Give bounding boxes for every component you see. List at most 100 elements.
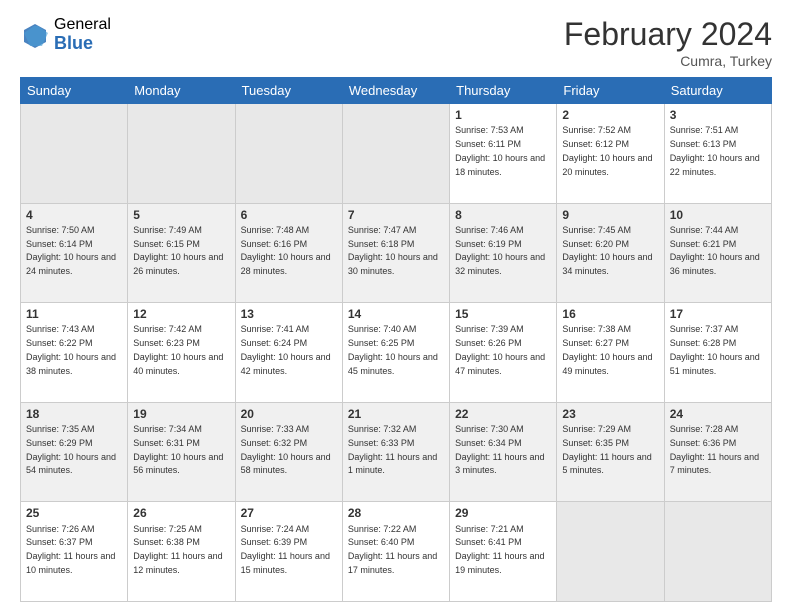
day-info: Sunrise: 7:33 AM Sunset: 6:32 PM Dayligh… [241,424,331,475]
table-cell: 5 Sunrise: 7:49 AM Sunset: 6:15 PM Daylig… [128,203,235,303]
table-cell: 29 Sunrise: 7:21 AM Sunset: 6:41 PM Dayli… [450,502,557,602]
day-info: Sunrise: 7:35 AM Sunset: 6:29 PM Dayligh… [26,424,116,475]
day-number: 25 [26,505,122,521]
day-number: 21 [348,406,444,422]
day-number: 17 [670,306,766,322]
day-number: 6 [241,207,337,223]
day-number: 8 [455,207,551,223]
table-cell: 9Sunrise: 7:45 AM Sunset: 6:20 PM Daylig… [557,203,664,303]
table-cell: 2 Sunrise: 7:52 AM Sunset: 6:12 PM Daylig… [557,104,664,204]
day-info: Sunrise: 7:53 AM Sunset: 6:11 PM Dayligh… [455,125,545,176]
day-info: Sunrise: 7:39 AM Sunset: 6:26 PM Dayligh… [455,324,545,375]
day-info: Sunrise: 7:42 AM Sunset: 6:23 PM Dayligh… [133,324,223,375]
table-cell: 7Sunrise: 7:47 AM Sunset: 6:18 PM Daylig… [342,203,449,303]
day-number: 15 [455,306,551,322]
page: GeneralBlue February 2024 Cumra, Turkey … [0,0,792,612]
day-info: Sunrise: 7:28 AM Sunset: 6:36 PM Dayligh… [670,424,759,475]
day-number: 10 [670,207,766,223]
table-cell: 20 Sunrise: 7:33 AM Sunset: 6:32 PM Dayli… [235,402,342,502]
table-cell: 21 Sunrise: 7:32 AM Sunset: 6:33 PM Dayli… [342,402,449,502]
day-number: 18 [26,406,122,422]
day-number: 9 [562,207,658,223]
table-cell: 10 Sunrise: 7:44 AM Sunset: 6:21 PM Dayli… [664,203,771,303]
day-number: 20 [241,406,337,422]
day-info: Sunrise: 7:32 AM Sunset: 6:33 PM Dayligh… [348,424,437,475]
day-info: Sunrise: 7:52 AM Sunset: 6:12 PM Dayligh… [562,125,652,176]
day-info: Sunrise: 7:51 AM Sunset: 6:13 PM Dayligh… [670,125,760,176]
table-cell [664,502,771,602]
day-number: 29 [455,505,551,521]
table-cell: 6 Sunrise: 7:48 AM Sunset: 6:16 PM Daylig… [235,203,342,303]
logo-general: General [54,16,111,34]
col-saturday: Saturday [664,78,771,104]
table-cell: 11 Sunrise: 7:43 AM Sunset: 6:22 PM Dayli… [21,303,128,403]
month-title: February 2024 [564,16,772,53]
header: GeneralBlue February 2024 Cumra, Turkey [20,16,772,69]
table-cell: 13 Sunrise: 7:41 AM Sunset: 6:24 PM Dayli… [235,303,342,403]
table-cell: 28 Sunrise: 7:22 AM Sunset: 6:40 PM Dayli… [342,502,449,602]
calendar-row: 4 Sunrise: 7:50 AM Sunset: 6:14 PM Daylig… [21,203,772,303]
day-info: Sunrise: 7:25 AM Sunset: 6:38 PM Dayligh… [133,524,222,575]
subtitle: Cumra, Turkey [564,53,772,69]
calendar: Sunday Monday Tuesday Wednesday Thursday… [20,77,772,602]
table-cell: 27 Sunrise: 7:24 AM Sunset: 6:39 PM Dayli… [235,502,342,602]
day-number: 19 [133,406,229,422]
logo: GeneralBlue [20,16,111,53]
day-info: Sunrise: 7:44 AM Sunset: 6:21 PM Dayligh… [670,225,760,276]
table-cell [342,104,449,204]
day-number: 14 [348,306,444,322]
day-info: Sunrise: 7:50 AM Sunset: 6:14 PM Dayligh… [26,225,116,276]
day-number: 28 [348,505,444,521]
day-number: 1 [455,107,551,123]
day-info: Sunrise: 7:30 AM Sunset: 6:34 PM Dayligh… [455,424,544,475]
calendar-row: 18 Sunrise: 7:35 AM Sunset: 6:29 PM Dayli… [21,402,772,502]
day-number: 12 [133,306,229,322]
day-info: Sunrise: 7:43 AM Sunset: 6:22 PM Dayligh… [26,324,116,375]
table-cell: 24 Sunrise: 7:28 AM Sunset: 6:36 PM Dayli… [664,402,771,502]
table-cell [128,104,235,204]
day-info: Sunrise: 7:26 AM Sunset: 6:37 PM Dayligh… [26,524,115,575]
day-number: 13 [241,306,337,322]
day-number: 26 [133,505,229,521]
day-number: 7 [348,207,444,223]
day-number: 23 [562,406,658,422]
table-cell [21,104,128,204]
table-cell: 23 Sunrise: 7:29 AM Sunset: 6:35 PM Dayli… [557,402,664,502]
table-cell: 1 Sunrise: 7:53 AM Sunset: 6:11 PM Daylig… [450,104,557,204]
day-info: Sunrise: 7:41 AM Sunset: 6:24 PM Dayligh… [241,324,331,375]
table-cell: 3 Sunrise: 7:51 AM Sunset: 6:13 PM Daylig… [664,104,771,204]
day-info: Sunrise: 7:38 AM Sunset: 6:27 PM Dayligh… [562,324,652,375]
calendar-row: 25 Sunrise: 7:26 AM Sunset: 6:37 PM Dayli… [21,502,772,602]
day-info: Sunrise: 7:29 AM Sunset: 6:35 PM Dayligh… [562,424,651,475]
col-sunday: Sunday [21,78,128,104]
table-cell: 25 Sunrise: 7:26 AM Sunset: 6:37 PM Dayli… [21,502,128,602]
logo-blue: Blue [54,34,111,54]
day-number: 5 [133,207,229,223]
logo-text: GeneralBlue [54,16,111,53]
table-cell: 8 Sunrise: 7:46 AM Sunset: 6:19 PM Daylig… [450,203,557,303]
table-cell: 22Sunrise: 7:30 AM Sunset: 6:34 PM Dayli… [450,402,557,502]
header-row: Sunday Monday Tuesday Wednesday Thursday… [21,78,772,104]
table-cell [235,104,342,204]
day-number: 2 [562,107,658,123]
day-info: Sunrise: 7:21 AM Sunset: 6:41 PM Dayligh… [455,524,544,575]
day-number: 27 [241,505,337,521]
calendar-row: 1 Sunrise: 7:53 AM Sunset: 6:11 PM Daylig… [21,104,772,204]
day-info: Sunrise: 7:37 AM Sunset: 6:28 PM Dayligh… [670,324,760,375]
day-number: 16 [562,306,658,322]
day-number: 4 [26,207,122,223]
day-info: Sunrise: 7:46 AM Sunset: 6:19 PM Dayligh… [455,225,545,276]
table-cell: 26 Sunrise: 7:25 AM Sunset: 6:38 PM Dayli… [128,502,235,602]
day-info: Sunrise: 7:49 AM Sunset: 6:15 PM Dayligh… [133,225,223,276]
day-info: Sunrise: 7:24 AM Sunset: 6:39 PM Dayligh… [241,524,330,575]
col-tuesday: Tuesday [235,78,342,104]
title-area: February 2024 Cumra, Turkey [564,16,772,69]
col-friday: Friday [557,78,664,104]
day-info: Sunrise: 7:22 AM Sunset: 6:40 PM Dayligh… [348,524,437,575]
day-number: 3 [670,107,766,123]
table-cell: 14Sunrise: 7:40 AM Sunset: 6:25 PM Dayli… [342,303,449,403]
table-cell: 12 Sunrise: 7:42 AM Sunset: 6:23 PM Dayli… [128,303,235,403]
day-number: 11 [26,306,122,322]
day-number: 24 [670,406,766,422]
day-info: Sunrise: 7:48 AM Sunset: 6:16 PM Dayligh… [241,225,331,276]
